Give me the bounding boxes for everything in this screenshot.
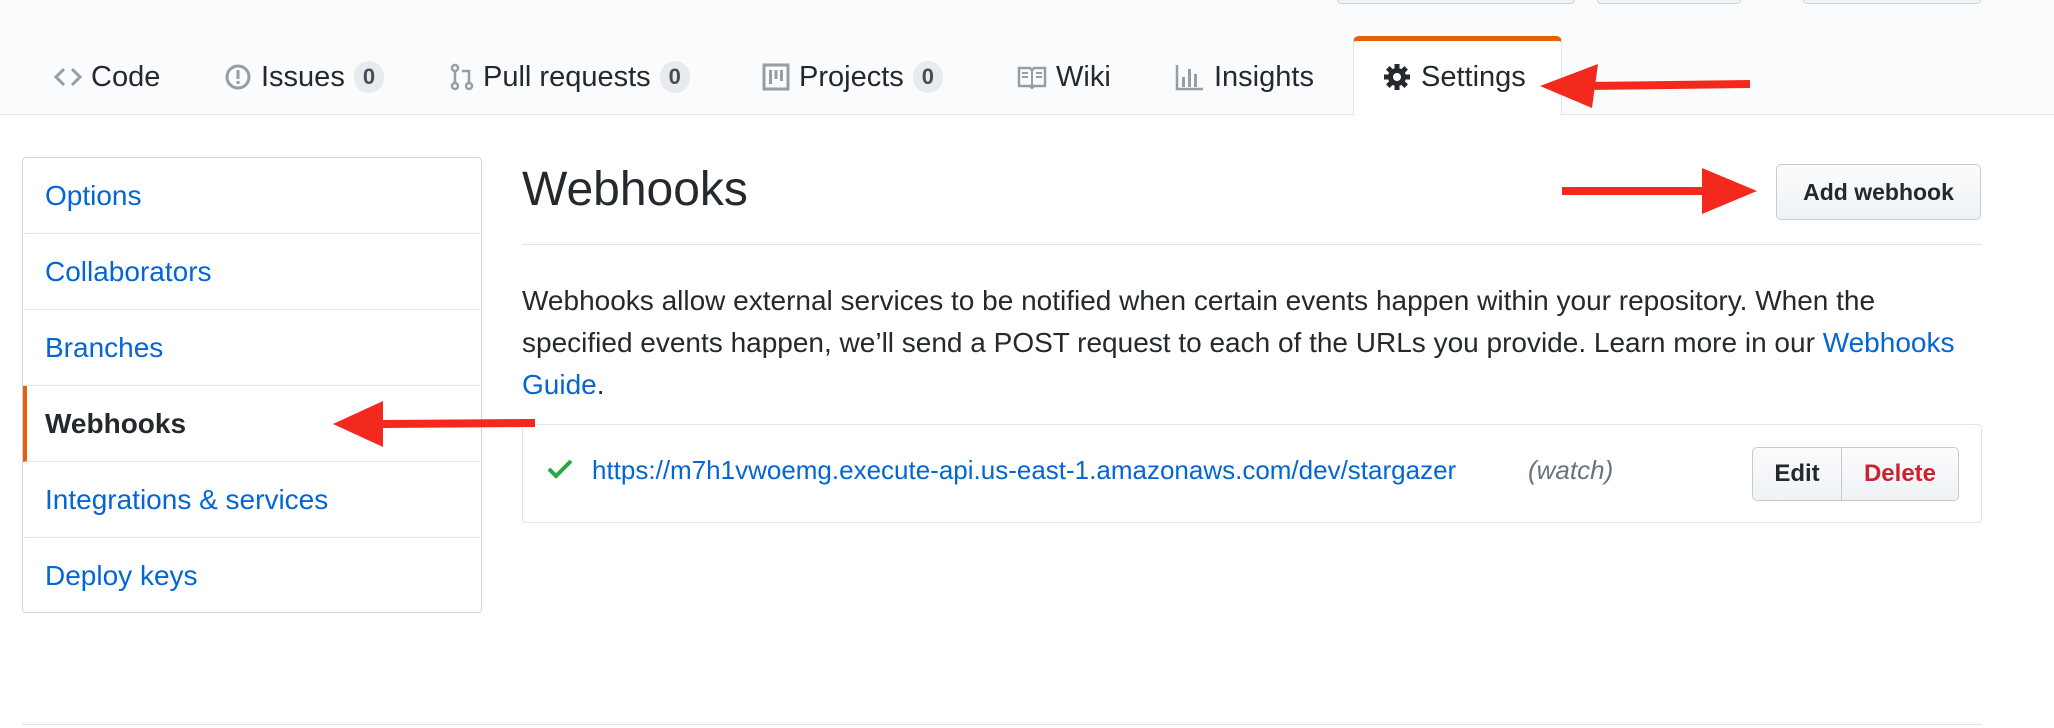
graph-icon (1175, 63, 1205, 91)
tab-wiki[interactable]: Wiki (1017, 52, 1111, 102)
sidebar-item-label: Integrations & services (45, 483, 329, 515)
sidebar-item-collaborators[interactable]: Collaborators (23, 234, 481, 310)
settings-sidebar: Options Collaborators Branches Webhooks … (22, 157, 482, 613)
tab-insights[interactable]: Insights (1175, 52, 1314, 102)
sidebar-item-label: Collaborators (45, 255, 212, 287)
tab-projects[interactable]: Projects 0 (762, 52, 944, 102)
project-icon (762, 63, 790, 91)
sidebar-item-label: Webhooks (45, 407, 187, 439)
tab-issues[interactable]: Issues 0 (224, 52, 385, 102)
pull-request-icon (450, 62, 474, 92)
annotation-arrow-right (1562, 168, 1757, 214)
check-icon (547, 458, 573, 485)
webhook-events: (watch) (1528, 455, 1614, 485)
sidebar-item-deploy-keys[interactable]: Deploy keys (23, 538, 481, 614)
webhook-url-link[interactable]: https://m7h1vwoemg.execute-api.us-east-1… (592, 455, 1456, 486)
count-badge: 0 (912, 61, 944, 93)
count-badge: 0 (659, 61, 690, 93)
header-button-stub[interactable] (1597, 0, 1741, 4)
book-icon (1017, 65, 1047, 89)
delete-button[interactable]: Delete (1841, 447, 1959, 501)
page-title: Webhooks (522, 163, 748, 216)
tab-label: Projects (799, 60, 904, 93)
divider (522, 244, 1982, 245)
code-icon (54, 66, 82, 88)
sidebar-item-options[interactable]: Options (23, 158, 481, 234)
gear-icon (1383, 63, 1411, 91)
edit-button[interactable]: Edit (1752, 447, 1842, 501)
header-button-stub[interactable] (1337, 0, 1575, 4)
sidebar-item-label: Branches (45, 331, 164, 363)
tab-code[interactable]: Code (54, 52, 160, 102)
issue-icon (224, 63, 252, 91)
annotation-arrow-left (333, 401, 535, 447)
annotation-arrow-left (1540, 64, 1750, 108)
webhooks-description: Webhooks allow external services to be n… (522, 280, 1982, 406)
description-text: Webhooks allow external services to be n… (522, 285, 1876, 358)
tab-label: Code (91, 60, 161, 93)
tab-label: Wiki (1056, 60, 1111, 93)
tab-label: Insights (1214, 60, 1314, 93)
tab-settings[interactable]: Settings (1383, 52, 1526, 102)
tab-label: Issues (261, 60, 345, 93)
add-webhook-button[interactable]: Add webhook (1776, 164, 1981, 220)
divider (22, 724, 1982, 725)
tab-label: Settings (1421, 60, 1526, 93)
sidebar-item-branches[interactable]: Branches (23, 310, 481, 386)
tab-pull-requests[interactable]: Pull requests 0 (450, 52, 690, 102)
sidebar-item-label: Options (45, 179, 142, 211)
sidebar-item-label: Deploy keys (45, 560, 198, 591)
header-button-stub[interactable] (1803, 0, 1981, 4)
tab-label: Pull requests (483, 60, 651, 93)
description-suffix: . (596, 369, 605, 400)
count-badge: 0 (353, 61, 385, 93)
sidebar-item-integrations[interactable]: Integrations & services (23, 462, 481, 538)
